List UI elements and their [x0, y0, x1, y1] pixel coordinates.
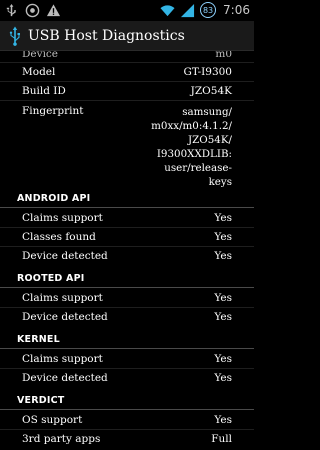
- list-item: Device detected Yes: [0, 307, 254, 326]
- item-label: Model: [22, 66, 56, 78]
- item-label: OS support: [22, 413, 83, 426]
- fingerprint-value: samsung/ m0xx/m0:4.1.2/ JZO54K/ I9300XXD…: [151, 106, 232, 188]
- usb-icon: [6, 3, 16, 17]
- item-label: 3rd party apps: [22, 433, 101, 445]
- app-title: USB Host Diagnostics: [28, 27, 185, 44]
- item-value: m0: [215, 51, 232, 60]
- clock: 7:06: [223, 3, 250, 17]
- section-header: ROOTED API: [0, 268, 254, 288]
- list-item: Claims support Yes: [0, 288, 254, 307]
- list-item: Claims support Yes: [0, 349, 254, 368]
- item-value: Full: [211, 433, 232, 445]
- item-label: Classes found: [22, 231, 96, 243]
- list-item: Device detected Yes: [0, 246, 254, 265]
- battery-level: 83: [202, 5, 214, 15]
- status-bar: 83 7:06: [0, 0, 254, 21]
- action-bar: USB Host Diagnostics: [0, 21, 254, 51]
- item-value: Yes: [214, 413, 232, 426]
- item-label: Device detected: [22, 311, 108, 323]
- battery-icon: 83: [200, 2, 217, 18]
- item-label: Device: [22, 51, 59, 60]
- item-label: Build ID: [22, 85, 66, 97]
- usb-icon[interactable]: [8, 26, 22, 46]
- list-item: Device detected Yes: [0, 368, 254, 387]
- section-header: KERNEL: [0, 329, 254, 349]
- section-title: ANDROID API: [17, 193, 91, 204]
- item-label: Claims support: [22, 291, 103, 304]
- item-label: Claims support: [22, 211, 103, 224]
- list-item: Build ID JZO54K: [0, 81, 254, 100]
- section-title: ROOTED API: [17, 273, 85, 284]
- item-value: JZO54K: [190, 85, 232, 97]
- item-label: Device detected: [22, 372, 108, 384]
- section-header: ANDROID API: [0, 188, 254, 208]
- item-value: Yes: [214, 211, 232, 224]
- list-item: Model GT-I9300: [0, 62, 254, 81]
- list-item: 3rd party apps Full: [0, 429, 254, 448]
- warning-icon: [46, 4, 61, 17]
- section-title: KERNEL: [17, 334, 60, 345]
- item-label: Claims support: [22, 352, 103, 365]
- section-title: VERDICT: [17, 395, 65, 406]
- shield-icon: [25, 3, 40, 18]
- list-item: Claims support Yes: [0, 208, 254, 227]
- item-value: Yes: [214, 250, 232, 262]
- list-item: Device m0: [0, 51, 254, 62]
- section-header: VERDICT: [0, 390, 254, 410]
- diagnostics-list[interactable]: Device m0 Model GT-I9300 Build ID JZO54K…: [0, 51, 254, 450]
- item-value: Yes: [214, 291, 232, 304]
- item-value: Yes: [214, 231, 232, 243]
- item-value: Yes: [214, 352, 232, 365]
- item-value: Yes: [214, 372, 232, 384]
- item-label: Device detected: [22, 250, 108, 262]
- list-item: Classes found Yes: [0, 227, 254, 246]
- signal-icon: [180, 3, 195, 17]
- wifi-icon: [160, 4, 175, 16]
- list-item: Fingerprint samsung/ m0xx/m0:4.1.2/ JZO5…: [0, 100, 254, 188]
- list-item: OS support Yes: [0, 410, 254, 429]
- item-value: Yes: [214, 311, 232, 323]
- item-value: GT-I9300: [183, 66, 232, 78]
- item-label: Fingerprint: [22, 105, 84, 117]
